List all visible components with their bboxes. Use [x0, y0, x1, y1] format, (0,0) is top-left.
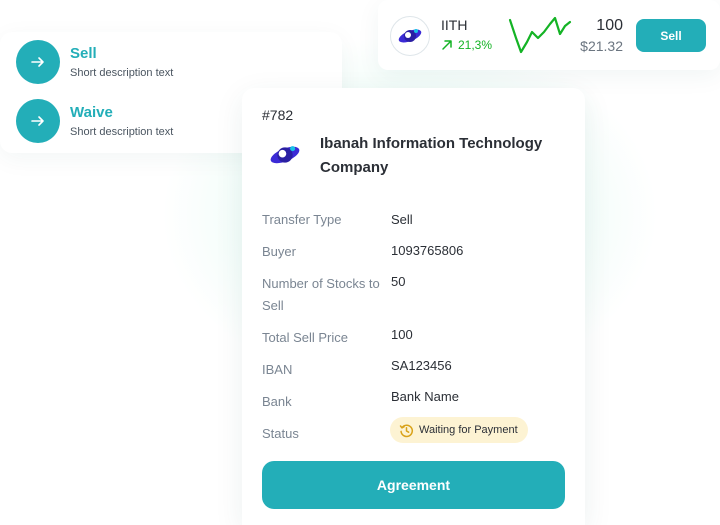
total-sell-price-value: 100 [391, 327, 413, 342]
company-logo [390, 16, 430, 56]
sell-action-description: Short description text [70, 66, 174, 79]
waive-action-description: Short description text [70, 125, 174, 138]
company-logo-icon [270, 146, 300, 164]
ticker-price: $21.32 [580, 38, 623, 54]
ticker-sell-button[interactable]: Sell [636, 19, 706, 52]
ticker-change-value: 21,3% [458, 38, 493, 52]
stock-ticker-card: IITH 21,3% 100 $21.32 Sell [378, 0, 720, 70]
arrow-right-icon [31, 57, 44, 67]
buyer-label: Buyer [262, 244, 296, 259]
ticker-symbol: IITH [441, 17, 468, 33]
stocks-to-sell-label: Number of Stocks to Sell [262, 276, 380, 313]
transfer-type-label: Transfer Type [262, 212, 342, 227]
ticker-quantity: 100 [596, 17, 623, 34]
agreement-button[interactable]: Agreement [262, 461, 565, 509]
iban-label: IBAN [262, 362, 293, 377]
stocks-to-sell-value: 50 [391, 274, 406, 289]
transfer-type-value: Sell [391, 212, 413, 227]
price-sparkline [508, 16, 572, 54]
status-value: Waiting for Payment [419, 424, 518, 436]
ticker-change: 21,3% [441, 38, 492, 52]
buyer-value: 1093765806 [391, 243, 464, 258]
waive-action-title: Waive [70, 103, 113, 121]
status-badge: Waiting for Payment [390, 417, 528, 443]
sell-action-title: Sell [70, 44, 97, 62]
waive-action[interactable]: Waive Short description text [16, 99, 173, 143]
sell-action-button[interactable] [16, 40, 60, 84]
clock-history-icon [399, 423, 413, 437]
company-name: Ibanah Information Technology Company [320, 135, 543, 176]
iban-value: SA123456 [391, 358, 452, 373]
company-logo-icon [398, 29, 422, 43]
order-detail-card: #782 Ibanah Information Technology Compa… [242, 88, 585, 525]
total-sell-price-label: Total Sell Price [262, 330, 348, 345]
waive-action-button[interactable] [16, 99, 60, 143]
bank-label: Bank [262, 394, 292, 409]
bank-value: Bank Name [391, 389, 459, 404]
sell-action[interactable]: Sell Short description text [16, 40, 173, 84]
arrow-up-right-icon [442, 40, 452, 50]
arrow-right-icon [31, 116, 44, 126]
status-label: Status [262, 426, 299, 441]
order-id: #782 [262, 107, 294, 123]
